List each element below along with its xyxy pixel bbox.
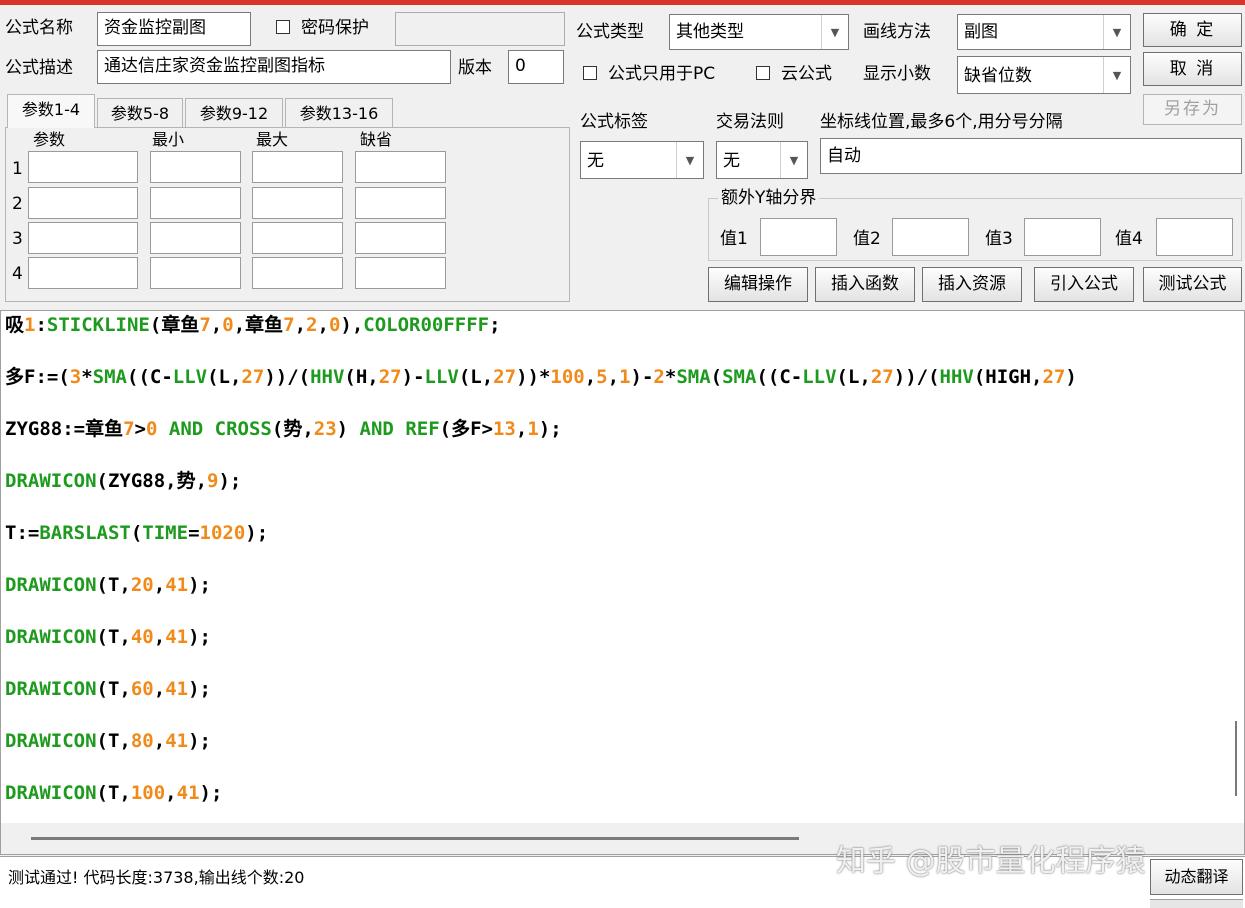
cancel-button[interactable]: 取 消 [1143,52,1242,86]
extra-y-axis-title: 额外Y轴分界 [718,186,820,210]
code-line: 多F:=(3*SMA((C-LLV(L,27))/(HHV(H,27)-LLV(… [5,366,1077,388]
param-default-input[interactable] [355,187,446,219]
pc-only-checkbox[interactable] [583,66,597,80]
edit-ops-button[interactable]: 编辑操作 [708,267,808,302]
param-max-input[interactable] [252,222,343,254]
chevron-down-icon: ▼ [821,15,848,49]
param-row-label: 4 [12,264,23,284]
insert-function-button[interactable]: 插入函数 [815,267,915,302]
col-header-default: 缺省 [360,130,393,149]
vertical-scrollbar[interactable] [1223,311,1244,821]
title-bar-strip [0,0,1245,5]
value2-input[interactable] [892,218,969,256]
param-min-input[interactable] [150,187,241,219]
watermark-text: 知乎 @股市量化程序猿 [836,844,1146,879]
insert-resource-button[interactable]: 插入资源 [922,267,1022,302]
save-as-button[interactable]: 另存为 [1143,94,1242,125]
status-message: 测试通过! 代码长度:3738,输出线个数:20 [8,868,305,887]
value2-label: 值2 [853,229,881,249]
code-line: DRAWICON(T,100,41); [5,782,223,804]
draw-method-label: 画线方法 [863,22,931,42]
chevron-down-icon: ▼ [1103,15,1130,49]
col-header-min: 最小 [152,130,185,149]
decimals-value: 缺省位数 [964,66,1032,86]
value4-input[interactable] [1156,218,1233,256]
param-row-label: 3 [12,229,23,249]
param-row-label: 2 [12,194,23,214]
password-input [395,12,565,46]
value4-label: 值4 [1115,229,1143,249]
code-line: DRAWICON(ZYG88,势,9); [5,470,242,492]
param-min-input[interactable] [150,151,241,183]
tab-params-5-8[interactable]: 参数5-8 [97,98,183,128]
ok-button[interactable]: 确 定 [1143,13,1242,47]
tab-params-9-12[interactable]: 参数9-12 [185,98,283,128]
param-name-input[interactable] [28,222,138,254]
password-label: 密码保护 [301,18,369,38]
version-input[interactable]: 0 [508,50,564,84]
param-name-input[interactable] [28,151,138,183]
cloud-checkbox[interactable] [756,66,770,80]
param-default-input[interactable] [355,151,446,183]
tag-value: 无 [587,151,604,171]
code-line: 吸1:STICKLINE(章鱼7,0,章鱼7,2,0),COLOR00FFFF; [5,314,501,336]
password-checkbox[interactable] [276,20,290,34]
param-row-label: 1 [12,159,23,179]
vertical-scrollbar-thumb[interactable] [1235,721,1237,796]
value1-label: 值1 [720,229,748,249]
param-max-input[interactable] [252,257,343,289]
cloud-label: 云公式 [781,64,832,84]
formula-type-value: 其他类型 [676,22,744,42]
decimals-select[interactable]: 缺省位数 ▼ [957,56,1131,94]
chevron-down-icon: ▼ [780,142,807,178]
formula-desc-label: 公式描述 [5,58,73,78]
formula-name-label: 公式名称 [5,18,73,38]
tag-select[interactable]: 无 ▼ [580,141,704,179]
axis-position-input[interactable]: 自动 [820,138,1242,174]
code-line: ZYG88:=章鱼7>0 AND CROSS(势,23) AND REF(多F>… [5,418,562,440]
tag-label: 公式标签 [580,112,648,132]
code-line: DRAWICON(T,80,41); [5,730,211,752]
code-line: T:=BARSLAST(TIME=1020); [5,522,269,544]
formula-desc-input[interactable]: 通达信庄家资金监控副图指标 [97,50,451,84]
col-header-param: 参数 [33,130,66,149]
trade-rule-label: 交易法则 [716,112,784,132]
formula-type-label: 公式类型 [576,22,644,42]
button-edge [1150,899,1243,908]
formula-name-input[interactable]: 资金监控副图 [97,12,251,46]
param-name-input[interactable] [28,257,138,289]
code-line: DRAWICON(T,40,41); [5,626,211,648]
pc-only-label: 公式只用于PC [608,64,716,84]
import-formula-button[interactable]: 引入公式 [1034,267,1134,302]
param-min-input[interactable] [150,222,241,254]
test-formula-button[interactable]: 测试公式 [1143,267,1242,302]
decimals-label: 显示小数 [863,64,931,84]
trade-rule-select[interactable]: 无 ▼ [716,141,808,179]
param-min-input[interactable] [150,257,241,289]
value1-input[interactable] [760,218,837,256]
param-name-input[interactable] [28,187,138,219]
axis-position-label: 坐标线位置,最多6个,用分号分隔 [820,112,1063,132]
param-default-input[interactable] [355,222,446,254]
code-line: DRAWICON(T,60,41); [5,678,211,700]
trade-rule-value: 无 [723,151,740,171]
param-max-input[interactable] [252,187,343,219]
tab-params-13-16[interactable]: 参数13-16 [285,98,393,128]
dynamic-translate-button[interactable]: 动态翻译 [1150,859,1243,895]
horizontal-scrollbar-thumb[interactable] [31,837,799,840]
code-editor[interactable]: 吸1:STICKLINE(章鱼7,0,章鱼7,2,0),COLOR00FFFF;… [0,310,1245,855]
tab-params-1-4[interactable]: 参数1-4 [7,94,95,128]
draw-method-value: 副图 [964,22,998,42]
param-default-input[interactable] [355,257,446,289]
value3-input[interactable] [1024,218,1101,256]
chevron-down-icon: ▼ [1103,57,1130,93]
formula-type-select[interactable]: 其他类型 ▼ [669,14,849,50]
param-max-input[interactable] [252,151,343,183]
code-line: DRAWICON(T,20,41); [5,574,211,596]
chevron-down-icon: ▼ [676,142,703,178]
col-header-max: 最大 [256,130,289,149]
version-label: 版本 [458,58,492,78]
value3-label: 值3 [985,229,1013,249]
draw-method-select[interactable]: 副图 ▼ [957,14,1131,50]
